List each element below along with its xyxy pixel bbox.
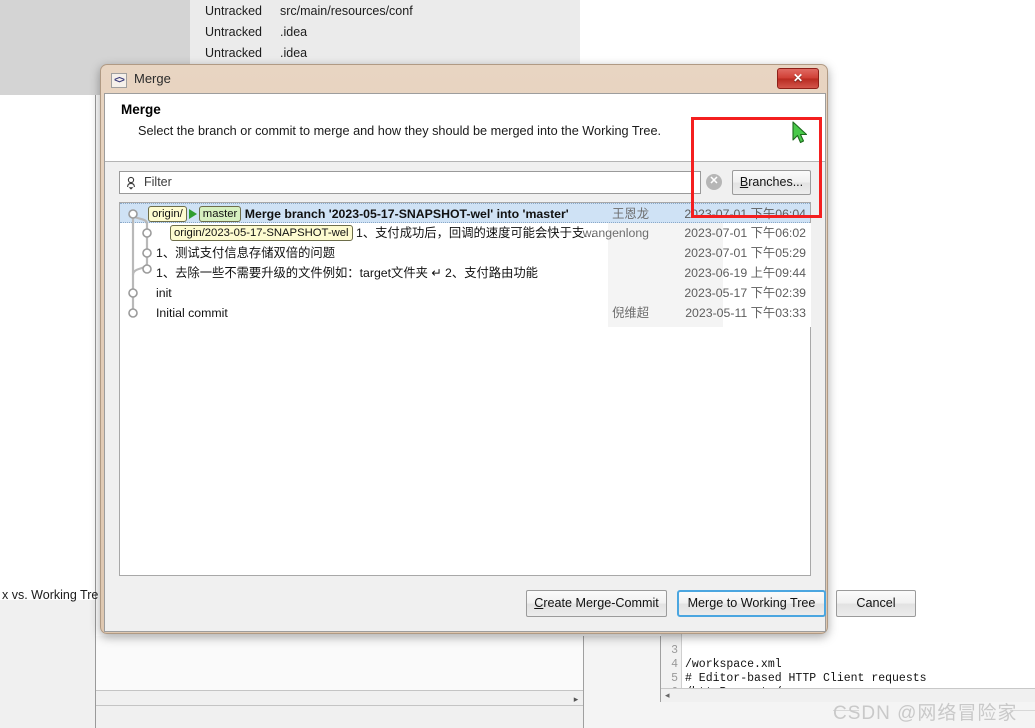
commit-message-cell: Initial commit [156,303,228,323]
table-row[interactable]: Initial commit 倪维超 2023-05-11 下午03:33 [120,303,810,323]
background-left-pane [0,95,96,728]
ref-chip-origin[interactable]: origin/ [148,205,187,222]
background-left-pane-content [0,95,95,600]
dialog-titlebar[interactable]: <> Merge ✕ [101,65,827,95]
create-merge-commit-button[interactable]: Create Merge-Commit [526,590,667,617]
code-line: 6 # Datasource local storage ignored fil… [661,672,702,688]
untracked-status: Untracked [205,25,262,39]
code-editor-snippet[interactable]: 3 /workspace.xml 4 # Editor-based HTTP C… [661,632,1035,688]
cancel-button[interactable]: Cancel [836,590,916,617]
dialog-subtitle: Select the branch or commit to merge and… [138,124,662,138]
commit-date: 2023-06-19 上午09:44 [684,266,806,280]
dialog-button-bar: Create Merge-Commit Merge to Working Tre… [105,582,916,632]
ref-chip-master[interactable]: master [198,205,242,222]
scroll-left-arrow-icon[interactable]: ◂ [665,690,670,701]
filter-row: Filter ✕ Branches... [105,163,825,201]
commit-date: 2023-07-01 下午06:02 [684,226,806,240]
background-mid-content [96,636,584,691]
commit-author: 王恩龙 [612,207,649,221]
commit-graph-cell [120,223,162,243]
scroll-right-arrow-icon[interactable]: ▸ [570,693,582,705]
table-row[interactable]: 1、测试支付信息存储双倍的问题 2023-07-01 下午05:29 [120,243,810,263]
push-arrow-icon [188,208,197,219]
commit-date: 2023-05-11 下午03:33 [685,306,806,320]
commit-message: 1、去除一些不需要升级的文件例如：target文件夹 ↵ 2、支付路由功能 [156,266,538,280]
untracked-status: Untracked [205,4,262,18]
person-filter-icon [127,176,135,190]
commit-message: init [156,286,172,300]
commit-list[interactable]: origin/master Merge branch '2023-05-17-S… [119,202,811,576]
commit-author: 倪维超 [612,306,649,320]
commit-message: Initial commit [156,306,228,320]
branches-mnemonic: B [739,175,749,189]
commit-message-cell: init [156,283,172,303]
commit-message-cell: 1、去除一些不需要升级的文件例如：target文件夹 ↵ 2、支付路由功能 [156,263,538,283]
search-input-placeholder: Filter [144,175,172,189]
untracked-path: src/main/resources/conf [280,4,413,18]
untracked-path: .idea [280,25,308,39]
page-title: Merge [121,102,161,117]
commit-message-cell: origin/master Merge branch '2023-05-17-S… [148,204,569,224]
table-row[interactable]: origin/2023-05-17-SNAPSHOT-wel 1、支付成功后，回… [120,223,810,243]
dialog-header-band: Merge Select the branch or commit to mer… [105,94,825,162]
ref-chip-origin-snapshot[interactable]: origin/2023-05-17-SNAPSHOT-wel [170,224,353,241]
watermark: CSDN @网络冒险家 [833,703,1018,724]
list-item[interactable]: Untracked src/main/resources/conf [205,1,575,22]
commit-message-cell: origin/2023-05-17-SNAPSHOT-wel 1、支付成功后，回… [170,223,594,243]
dialog-title: Merge [134,71,171,86]
merge-to-working-tree-button[interactable]: Merge to Working Tree [677,590,826,617]
commit-date: 2023-05-17 下午02:39 [684,286,806,300]
list-item[interactable]: Untracked .idea [205,22,575,43]
code-line: 5 /httpRequests/ [661,658,782,688]
commit-rows: origin/master Merge branch '2023-05-17-S… [120,203,810,323]
list-item[interactable]: Untracked .idea [205,43,575,64]
branches-label: ranches... [748,175,804,189]
close-icon[interactable]: ✕ [777,68,819,89]
background-compare-label: x vs. Working Tre [2,588,98,602]
create-merge-commit-label: reate Merge-Commit [543,596,659,610]
code-line: 4 # Editor-based HTTP Client requests [661,644,926,685]
screen-root: Untracked src/main/resources/conf Untrac… [0,0,1035,728]
code-brackets-icon: <> [111,73,127,88]
commit-message-cell: 1、测试支付信息存储双倍的问题 [156,243,335,263]
commit-date: 2023-07-01 下午05:29 [684,246,806,260]
table-row[interactable]: origin/master Merge branch '2023-05-17-S… [120,203,810,224]
table-row[interactable]: 1、去除一些不需要升级的文件例如：target文件夹 ↵ 2、支付路由功能 20… [120,263,810,283]
merge-dialog: <> Merge ✕ Merge Select the branch or co… [100,64,916,634]
create-merge-commit-mnemonic: C [534,596,544,610]
commit-date: 2023-07-01 下午06:04 [684,207,806,221]
search-input[interactable]: Filter [119,171,701,194]
commit-message: Merge branch '2023-05-17-SNAPSHOT-wel' i… [244,207,569,221]
untracked-path: .idea [280,46,308,60]
commit-message: 1、支付成功后，回调的速度可能会快于支... [355,226,595,240]
untracked-status: Untracked [205,46,262,60]
clear-search-icon[interactable]: ✕ [706,174,722,190]
dialog-body: Merge Select the branch or commit to mer… [104,93,916,632]
code-line-text: # Editor-based HTTP Client requests [685,672,927,685]
background-horizontal-scrollbar[interactable]: ▸ [96,690,584,706]
table-row[interactable]: init 2023-05-17 下午02:39 [120,283,810,303]
commit-message: 1、测试支付信息存储双倍的问题 [156,246,335,260]
commit-author: wangenlong [582,226,649,240]
branches-button[interactable]: Branches... [732,170,811,195]
